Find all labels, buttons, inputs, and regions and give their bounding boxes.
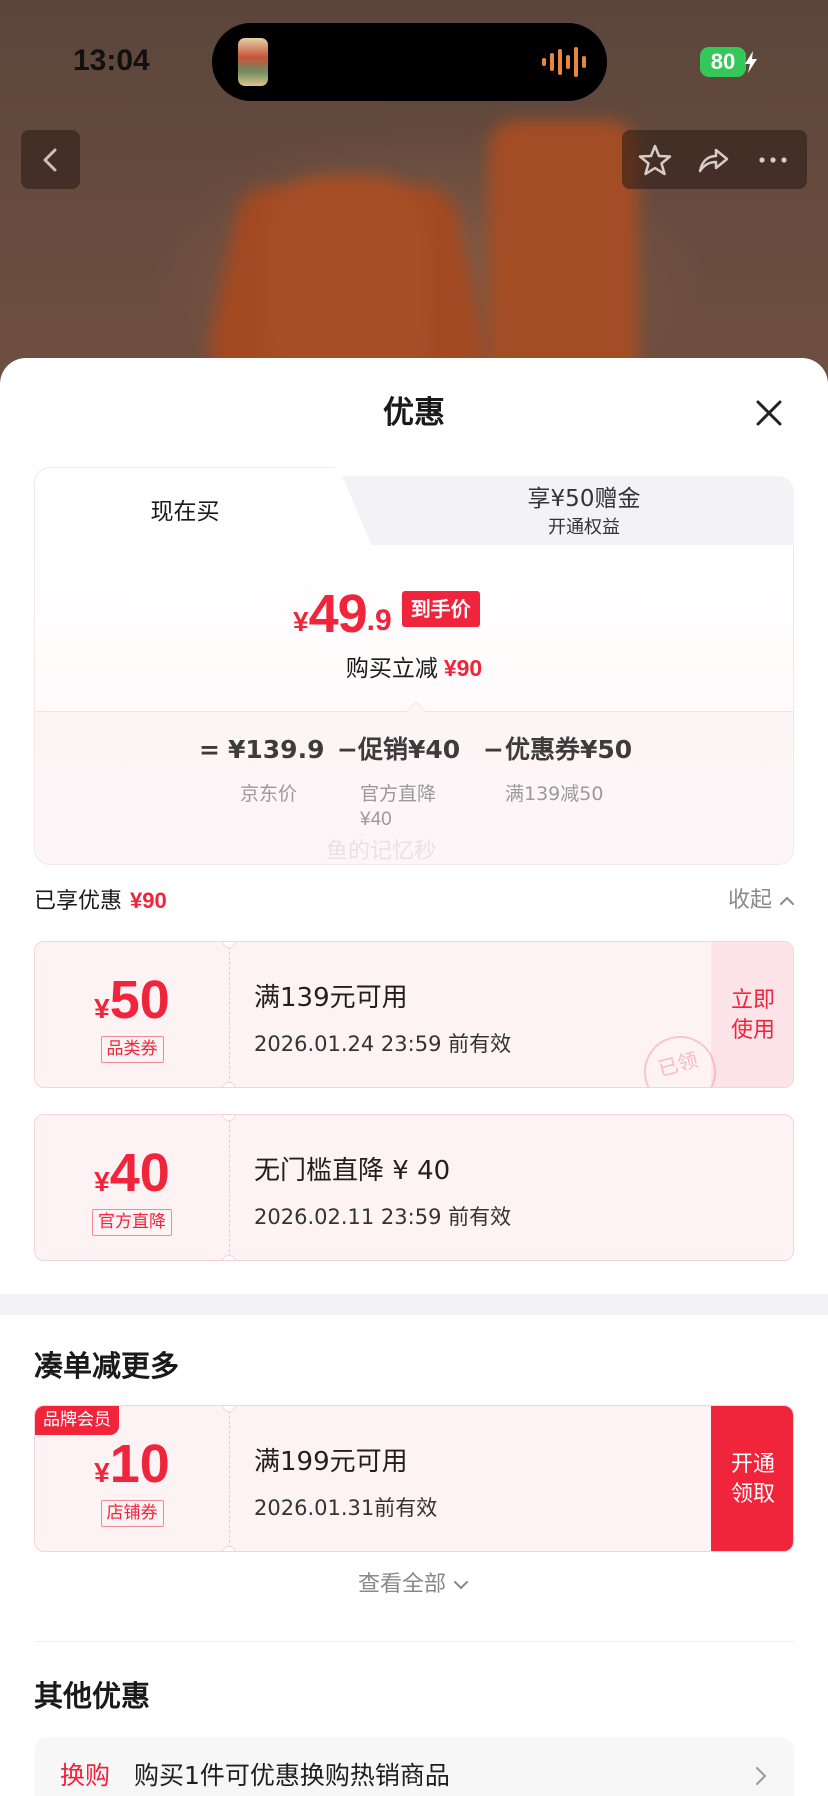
use-coupon-button[interactable]: 立即 使用 [711, 942, 793, 1087]
coupon-notch [222, 1546, 236, 1551]
chevron-right-icon [756, 1767, 767, 1785]
formula-minus: − [483, 735, 504, 764]
coupon-amount: ¥40 [35, 1143, 229, 1217]
coupon-amount: ¥10 [35, 1434, 229, 1508]
coupon-value: 50 [109, 970, 170, 1030]
more-deals-title: 凑单减更多 [34, 1349, 180, 1383]
coupon-condition: 无门槛直降 ¥ 40 [254, 1156, 451, 1186]
coupon-condition: 满199元可用 [254, 1447, 408, 1477]
price-card: 享¥50赠金 开通权益 现在买 ¥ 49 .9 到手价 购买立减 ¥90 = ¥1… [34, 467, 794, 865]
coupon-card: ¥50 品类券 满139元可用 2026.01.24 23:59 前有效 立即 … [34, 941, 794, 1088]
status-time: 13:04 [73, 44, 150, 77]
collapse-label: 收起 [727, 888, 772, 913]
star-icon[interactable] [637, 142, 673, 178]
coupon-type-label: 品类券 [100, 1036, 164, 1063]
coupon-notch [222, 1406, 236, 1412]
enjoyed-value: ¥90 [130, 888, 167, 913]
enjoyed-label: 已享优惠 [34, 889, 123, 914]
activate-claim-button[interactable]: 开通 领取 [711, 1406, 793, 1551]
coupon-notch [222, 1255, 236, 1260]
coupon-type: 品类券 [35, 1036, 229, 1063]
coupon-card: ¥10 店铺券 满199元可用 2026.01.31前有效 开通 领取 品牌会员 [34, 1405, 794, 1552]
enjoyed-discount: 已享优惠 ¥90 [34, 886, 167, 917]
trade-in-offer-row[interactable]: 换购 购买1件可优惠换购热销商品 [34, 1737, 794, 1796]
coupon-notch [222, 1082, 236, 1087]
price-integer: 49 [308, 584, 368, 644]
close-icon[interactable] [750, 394, 788, 432]
tab-buy-now-label: 现在买 [150, 499, 220, 525]
tab-membership-label: 享¥50赠金 [527, 486, 641, 512]
dynamic-island[interactable] [212, 23, 607, 101]
chevron-left-icon [43, 148, 56, 171]
discount-sheet: 优惠 享¥50赠金 开通权益 现在买 ¥ 49 .9 到手价 购买立减 ¥90 =… [0, 358, 828, 1796]
formula-coupon: 优惠券¥50 [505, 735, 633, 764]
coupon-validity: 2026.02.11 23:59 前有效 [254, 1205, 512, 1229]
formula-minus: − [337, 735, 358, 764]
chevron-down-icon [454, 1581, 468, 1590]
use-coupon-label-2: 使用 [730, 1017, 775, 1043]
coupon-currency: ¥ [94, 993, 110, 1024]
coupon-currency: ¥ [94, 1457, 110, 1488]
coupon-divider [229, 942, 230, 1087]
trade-in-text: 购买1件可优惠换购热销商品 [134, 1761, 450, 1790]
chevron-up-icon [780, 896, 794, 905]
coupon-validity: 2026.01.31前有效 [254, 1496, 438, 1520]
brand-member-tag: 品牌会员 [35, 1406, 119, 1435]
formula-note-promotion: 官方直降 [360, 783, 437, 805]
top-actions [622, 130, 807, 189]
coupon-divider [229, 1406, 230, 1551]
activate-claim-label-2: 领取 [730, 1481, 775, 1507]
divider-notch-fill [407, 702, 425, 712]
back-button[interactable] [21, 130, 80, 189]
coupon-notch [222, 1115, 236, 1121]
saving-value: ¥90 [443, 655, 483, 681]
view-all-label: 查看全部 [357, 1572, 446, 1597]
formula-promotion: 促销¥40 [358, 735, 461, 764]
section-separator [0, 1294, 828, 1315]
formula-list-price: ¥139.9 [228, 735, 325, 764]
coupon-value: 10 [109, 1434, 170, 1494]
bolt-icon [745, 51, 757, 73]
coupon-type: 店铺券 [35, 1500, 229, 1527]
formula-note-promotion-amount: ¥40 [360, 809, 392, 830]
price-decimal: .9 [366, 604, 392, 637]
coupon-amount: ¥50 [35, 970, 229, 1044]
formula-equals: = [199, 735, 220, 764]
divider [34, 1641, 794, 1642]
album-art-icon [238, 38, 268, 86]
watermark: 鱼的记忆秒 [326, 839, 437, 864]
share-icon[interactable] [695, 142, 731, 178]
collapse-toggle[interactable]: 收起 [716, 886, 796, 916]
tab-membership-sublabel: 开通权益 [548, 517, 620, 538]
final-price: ¥ 49 .9 到手价 [293, 584, 480, 644]
tab-buy-now[interactable]: 现在买 [34, 467, 372, 546]
final-price-badge: 到手价 [401, 591, 480, 627]
coupon-type-label: 官方直降 [92, 1209, 172, 1236]
coupon-condition: 满139元可用 [254, 983, 408, 1013]
saving-label: 购买立减 [345, 656, 438, 682]
coupon-divider [229, 1115, 230, 1260]
formula-note-list-price: 京东价 [240, 783, 298, 805]
coupon-currency: ¥ [94, 1166, 110, 1197]
coupon-validity: 2026.01.24 23:59 前有效 [254, 1032, 512, 1056]
coupon-card: ¥40 官方直降 无门槛直降 ¥ 40 2026.02.11 23:59 前有效 [34, 1114, 794, 1261]
saving-line: 购买立减 ¥90 [34, 653, 794, 684]
coupon-type: 官方直降 [35, 1209, 229, 1236]
coupon-notch [222, 942, 236, 948]
trade-in-tag: 换购 [60, 1761, 111, 1790]
formula-note-coupon: 满139减50 [505, 783, 604, 805]
more-dots-icon[interactable] [755, 142, 791, 178]
sheet-title: 优惠 [383, 395, 445, 431]
battery-indicator: 80 [700, 47, 746, 77]
tab-membership[interactable]: 享¥50赠金 开通权益 [314, 476, 794, 545]
use-coupon-label-1: 立即 [730, 987, 775, 1013]
coupon-value: 40 [109, 1143, 170, 1203]
other-deals-title: 其他优惠 [34, 1679, 151, 1713]
waveform-icon [542, 47, 586, 77]
coupon-type-label: 店铺券 [100, 1500, 164, 1527]
view-all-button[interactable]: 查看全部 [0, 1570, 828, 1600]
activate-claim-label-1: 开通 [730, 1451, 775, 1477]
price-currency: ¥ [293, 606, 309, 637]
